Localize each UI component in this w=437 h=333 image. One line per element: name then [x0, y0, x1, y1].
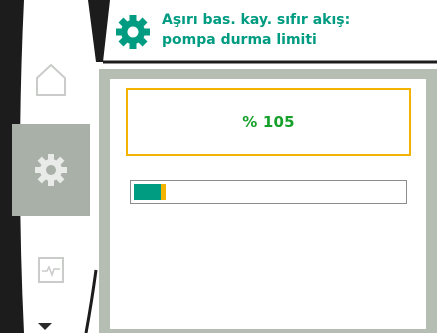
content-panel: % 105	[99, 69, 437, 333]
gear-icon	[35, 154, 67, 186]
value-field[interactable]: % 105	[126, 88, 411, 156]
value-bar-fill	[134, 184, 161, 200]
sidebar-item-home[interactable]	[12, 40, 90, 118]
value-bar-marker	[161, 184, 166, 200]
home-icon	[36, 63, 66, 96]
sidebar-item-diagnostics[interactable]	[12, 228, 90, 312]
sidebar	[0, 0, 100, 333]
value-readout: % 105	[242, 113, 295, 131]
pulse-monitor-icon	[38, 257, 64, 283]
header: Aşırı bas. kay. sıfır akış: pompa durma …	[103, 0, 437, 64]
page-title: Aşırı bas. kay. sıfır akış: pompa durma …	[162, 10, 432, 50]
page-title-line-1: Aşırı bas. kay. sıfır akış:	[162, 12, 351, 28]
sidebar-item-settings[interactable]	[12, 124, 90, 216]
value-bar[interactable]	[130, 180, 407, 204]
gear-icon	[116, 15, 150, 49]
chevron-down-icon[interactable]	[30, 321, 60, 331]
content-area: % 105	[110, 79, 426, 329]
page-title-line-2: pompa durma limiti	[162, 32, 317, 48]
